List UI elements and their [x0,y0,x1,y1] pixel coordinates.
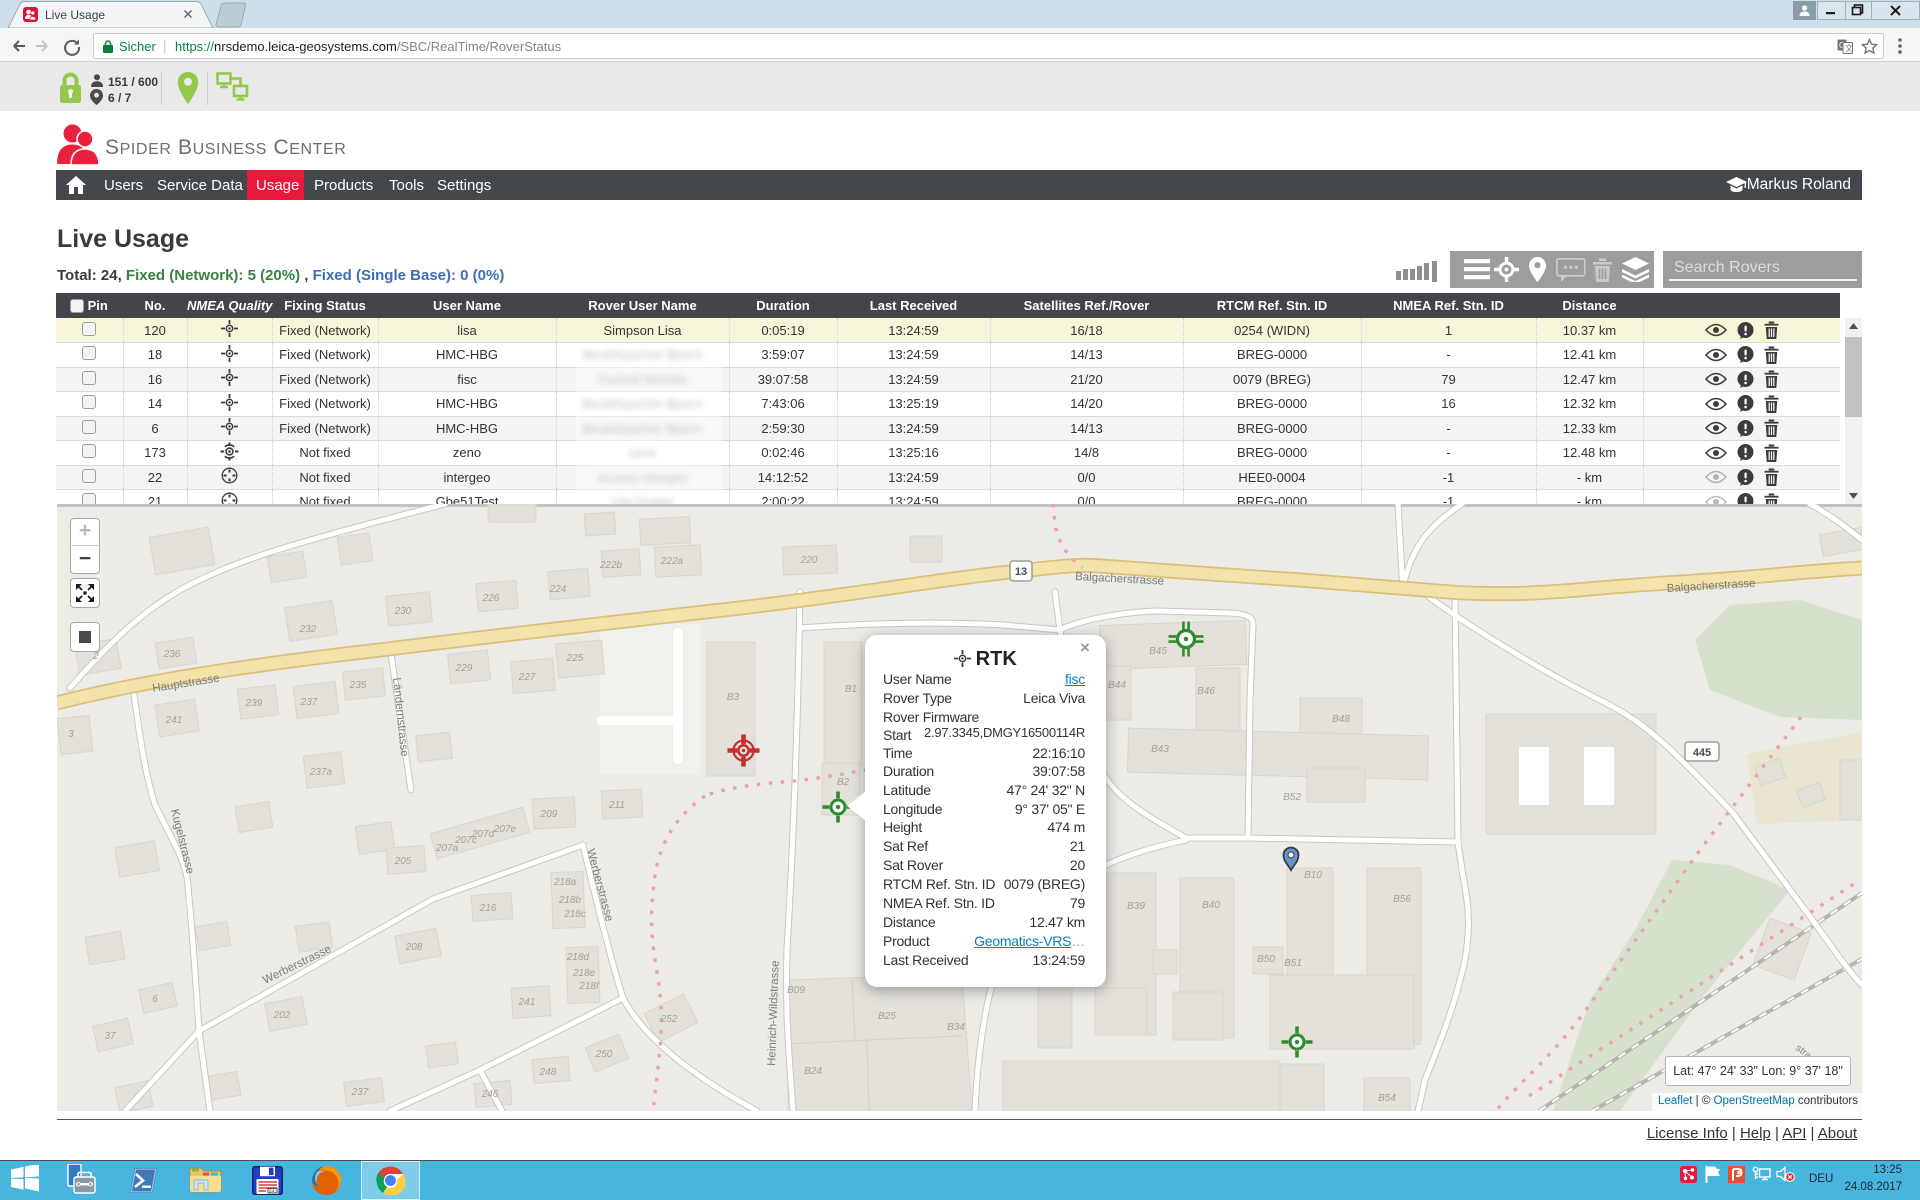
svg-text:B46: B46 [1197,686,1215,697]
svg-text:208: 208 [405,942,423,953]
svg-text:209: 209 [540,809,558,820]
svg-text:B43: B43 [1151,744,1169,755]
svg-text:B54: B54 [1378,1093,1396,1104]
svg-text:235: 235 [349,680,367,691]
svg-text:文: 文 [1845,43,1853,53]
svg-text:218f: 218f [578,981,600,992]
svg-text:248: 248 [539,1067,557,1078]
svg-text:218d: 218d [566,952,590,963]
svg-text:B10: B10 [1304,870,1322,881]
svg-text:246: 246 [481,1089,499,1100]
svg-text:207e: 207e [493,824,517,835]
svg-text:B24: B24 [804,1066,822,1077]
svg-text:2: 2 [92,651,99,662]
svg-text:230: 230 [394,606,412,617]
svg-text:445: 445 [1693,747,1711,759]
svg-text:B48: B48 [1332,714,1350,725]
svg-text:229: 229 [455,663,473,674]
svg-text:218c: 218c [563,909,586,920]
svg-text:3: 3 [68,729,74,740]
svg-text:13: 13 [1015,566,1027,578]
svg-text:250: 250 [595,1049,613,1060]
svg-text:222b: 222b [599,560,623,571]
svg-text:237: 237 [351,1087,369,1098]
svg-text:239: 239 [245,698,263,709]
svg-text:B40: B40 [1202,900,1220,911]
svg-text:216: 216 [479,903,497,914]
svg-text:B34: B34 [947,1022,965,1033]
svg-text:225: 225 [566,653,584,664]
svg-text:B52: B52 [1283,792,1301,803]
svg-text:232: 232 [299,624,317,635]
svg-text:222a: 222a [660,556,684,567]
svg-text:218a: 218a [553,877,577,888]
svg-text:B1: B1 [845,684,857,695]
svg-text:6: 6 [152,994,158,1005]
svg-text:B45: B45 [1149,646,1167,657]
svg-text:218b: 218b [558,895,582,906]
svg-text:B09: B09 [787,985,805,996]
svg-text:B50: B50 [1257,954,1275,965]
svg-text:205: 205 [394,856,412,867]
svg-text:207d: 207d [471,829,495,840]
svg-text:227: 227 [518,672,536,683]
svg-text:64:: 64: [269,1188,277,1194]
svg-text:226: 226 [482,593,500,604]
svg-text:211: 211 [608,800,625,811]
svg-text:B3: B3 [727,692,740,703]
svg-text:237: 237 [300,697,318,708]
svg-text:B51: B51 [1284,958,1302,969]
svg-text:236: 236 [163,649,181,660]
svg-text:B25: B25 [878,1011,896,1022]
svg-text:224: 224 [549,584,567,595]
svg-text:B56: B56 [1393,894,1411,905]
svg-text:202: 202 [273,1010,291,1021]
svg-text:B44: B44 [1108,680,1126,691]
svg-text:241: 241 [518,997,536,1008]
svg-text:37: 37 [104,1031,116,1042]
svg-text:220: 220 [800,555,818,566]
svg-text:237a: 237a [309,767,333,778]
svg-text:218e: 218e [572,968,596,979]
svg-text:241: 241 [165,715,183,726]
svg-text:B2: B2 [837,777,850,788]
svg-text:252: 252 [660,1014,678,1025]
svg-text:B39: B39 [1127,901,1145,912]
